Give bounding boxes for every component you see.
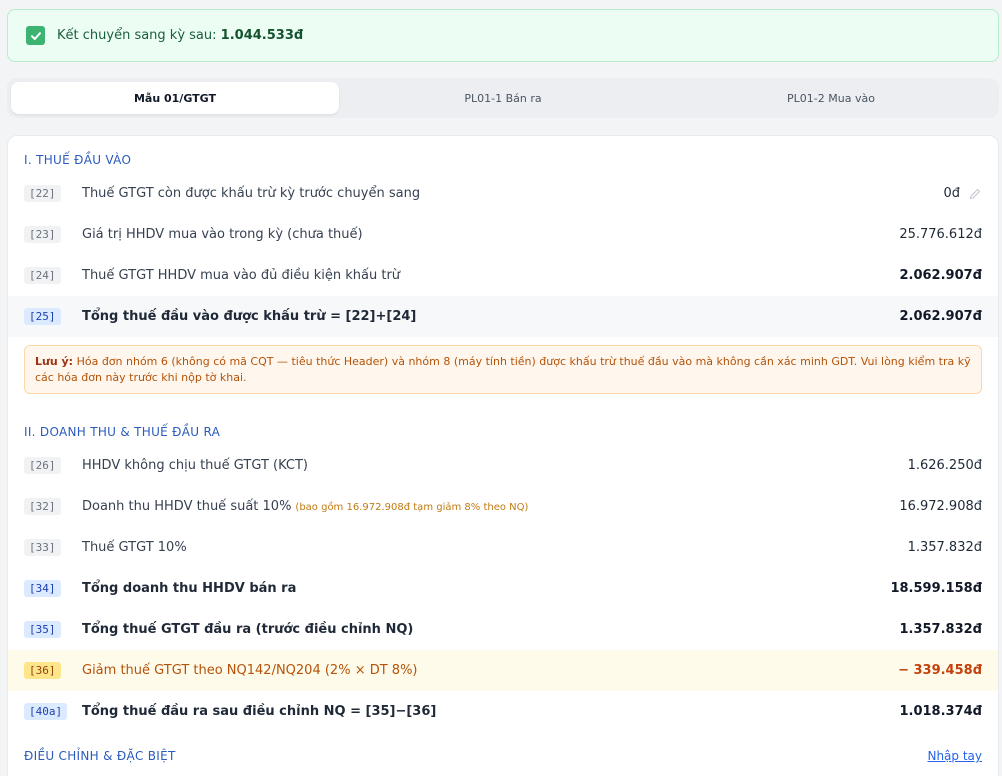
row-value: 2.062.907đ: [899, 268, 982, 283]
row-label: HHDV không chịu thuế GTGT (KCT): [82, 458, 308, 473]
row-label: Giá trị HHDV mua vào trong kỳ (chưa thuế…: [82, 227, 363, 242]
row-24: [24] Thuế GTGT HHDV mua vào đủ điều kiện…: [8, 255, 998, 296]
row-value: 1.626.250đ: [907, 458, 982, 473]
row-value: 1.018.374đ: [899, 704, 982, 719]
warning-text: Hóa đơn nhóm 6 (không có mã CQT — tiêu t…: [35, 355, 971, 384]
row-label: Thuế GTGT 10%: [82, 540, 187, 555]
row-36-reduction: [36] Giảm thuế GTGT theo NQ142/NQ204 (2%…: [8, 650, 998, 691]
row-40a-total: [40a] Tổng thuế đầu ra sau điều chỉnh NQ…: [8, 691, 998, 732]
row-26: [26] HHDV không chịu thuế GTGT (KCT) 1.6…: [8, 445, 998, 486]
row-code: [23]: [24, 226, 61, 243]
row-value: 1.357.832đ: [899, 622, 982, 637]
section-input-tax-title: I. THUẾ ĐẦU VÀO: [24, 153, 132, 167]
row-code: [35]: [24, 621, 61, 638]
row-label: Doanh thu HHDV thuế suất 10% (bao gồm 16.…: [82, 499, 529, 514]
row-code: [24]: [24, 267, 61, 284]
pencil-icon[interactable]: [968, 187, 982, 201]
row-value: 25.776.612đ: [899, 227, 982, 242]
tab-pl01-2-mua-vao[interactable]: PL01-2 Mua vào: [667, 82, 995, 114]
row-code: [22]: [24, 185, 61, 202]
row-22: [22] Thuế GTGT còn được khấu trừ kỳ trướ…: [8, 173, 998, 214]
row-code: [40a]: [24, 703, 68, 720]
banner-amount: 1.044.533đ: [220, 28, 304, 43]
row-value[interactable]: 0đ: [943, 186, 982, 201]
row-code: [26]: [24, 457, 61, 474]
row-23: [23] Giá trị HHDV mua vào trong kỳ (chưa…: [8, 214, 998, 255]
section-revenue-title: II. DOANH THU & THUẾ ĐẦU RA: [24, 425, 221, 439]
check-icon: [26, 26, 45, 45]
row-value: 1.357.832đ: [907, 540, 982, 555]
row-code: [34]: [24, 580, 61, 597]
row-34-total: [34] Tổng doanh thu HHDV bán ra 18.599.1…: [8, 568, 998, 609]
row-code: [33]: [24, 539, 61, 556]
carry-forward-banner: Kết chuyển sang kỳ sau: 1.044.533đ: [7, 9, 999, 62]
row-label: Thuế GTGT HHDV mua vào đủ điều kiện khấu…: [82, 268, 401, 283]
row-25-total: [25] Tổng thuế đầu vào được khấu trừ = […: [8, 296, 998, 337]
row-code: [36]: [24, 662, 61, 679]
row-value: − 339.458đ: [898, 663, 982, 678]
row-label: Tổng thuế đầu ra sau điều chỉnh NQ = [35…: [82, 704, 437, 719]
manual-entry-link[interactable]: Nhập tay: [927, 749, 982, 763]
row-label: Tổng doanh thu HHDV bán ra: [82, 581, 297, 596]
row-32: [32] Doanh thu HHDV thuế suất 10% (bao gồ…: [8, 486, 998, 527]
row-label: Thuế GTGT còn được khấu trừ kỳ trước chu…: [82, 186, 421, 201]
row-value: 16.972.908đ: [899, 499, 982, 514]
tax-form-card: I. THUẾ ĐẦU VÀO [22] Thuế GTGT còn được …: [7, 135, 999, 776]
row-35-total: [35] Tổng thuế GTGT đầu ra (trước điều c…: [8, 609, 998, 650]
row-note: (bao gồm 16.972.908đ tạm giảm 8% theo NQ…: [295, 502, 529, 513]
section-adjustments-title: ĐIỀU CHỈNH & ĐẶC BIỆT: [24, 749, 176, 763]
warning-note: Lưu ý: Hóa đơn nhóm 6 (không có mã CQT —…: [24, 345, 982, 394]
row-33: [33] Thuế GTGT 10% 1.357.832đ: [8, 527, 998, 568]
row-label: Giảm thuế GTGT theo NQ142/NQ204 (2% × DT…: [82, 663, 418, 678]
row-label: Tổng thuế GTGT đầu ra (trước điều chỉnh …: [82, 622, 414, 637]
row-code: [32]: [24, 498, 61, 515]
warning-prefix: Lưu ý:: [35, 355, 74, 368]
row-value: 18.599.158đ: [890, 581, 982, 596]
row-value: 2.062.907đ: [899, 309, 982, 324]
row-code: [25]: [24, 308, 61, 325]
form-tabs: Mẫu 01/GTGT PL01-1 Bán ra PL01-2 Mua vào: [7, 78, 999, 118]
banner-text: Kết chuyển sang kỳ sau: 1.044.533đ: [57, 28, 304, 43]
row-label: Tổng thuế đầu vào được khấu trừ = [22]+[…: [82, 309, 417, 324]
tab-pl01-1-ban-ra[interactable]: PL01-1 Bán ra: [339, 82, 667, 114]
tab-mau-01-gtgt[interactable]: Mẫu 01/GTGT: [11, 82, 339, 114]
